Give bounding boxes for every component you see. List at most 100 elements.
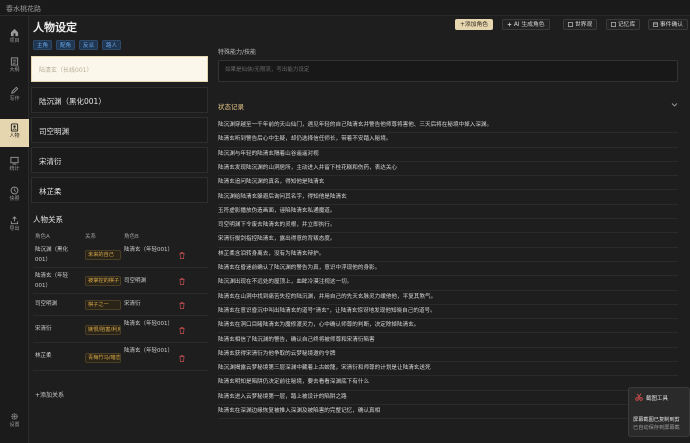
ability-placeholder: 如果是仙侠/无限流，写出能力设定: [225, 67, 310, 73]
status-item[interactable]: 陆清玄明知是陷阱仍决定前往秘境，要去看看深渊底下有什么: [218, 376, 678, 391]
relation-type-input[interactable]: 青梅竹马/暗恋: [85, 353, 121, 363]
relation-character-b: 陆清玄（年轻001）: [124, 348, 173, 354]
relations-title: 人物关系: [33, 215, 63, 224]
status-item[interactable]: 陆沉渊穿越至一千年前的天山仙门，遇见年轻的自己陆清玄并警告他师尊将害他、三天后将…: [218, 119, 678, 134]
nav-item-writing[interactable]: 写作: [0, 82, 29, 110]
status-section-title: 状态记录: [218, 103, 244, 111]
nav-item-project[interactable]: 项目: [0, 24, 29, 52]
relation-type-input[interactable]: 嫉恨/陷害/利用: [85, 325, 121, 335]
relation-type-input[interactable]: 被掌控的棋子: [85, 276, 121, 286]
relation-character-a: 司空明渊: [35, 301, 58, 307]
relation-character-a: 宋清衍: [35, 326, 52, 332]
nav-label: 写作: [9, 96, 20, 102]
app-title: 春水桃花路: [6, 5, 41, 13]
relation-row: 林芷柔 青梅竹马/暗恋 陆清玄（年轻001）: [33, 343, 208, 371]
trash-icon[interactable]: [179, 327, 185, 334]
ai-generate-label: AI 生成角色: [513, 22, 545, 28]
memory-button[interactable]: 记忆库: [606, 19, 641, 30]
trash-icon[interactable]: [179, 278, 185, 285]
status-item[interactable]: 陆清玄进入云梦秘境第一层，踏上被设计的陷阱之路: [218, 391, 678, 405]
nav-item-snapshot[interactable]: 快照: [0, 182, 29, 210]
clock-icon: [10, 186, 19, 195]
nav-item-characters[interactable]: 人物: [0, 119, 29, 147]
home-icon: [10, 28, 19, 37]
character-card[interactable]: 宋清衍: [31, 147, 208, 173]
status-item[interactable]: 陆清玄听到警告后心中生疑，却仍选择信任师长，带着不安踏入秘境。: [218, 133, 678, 148]
status-item[interactable]: 陆沉渊与年轻的陆清玄隔着山谷遥遥对视: [218, 148, 678, 162]
relation-character-b: 宋清衍: [124, 301, 141, 307]
stats-icon: [10, 156, 19, 165]
status-item[interactable]: 林芷柔含泪转身离去，没有为陆清玄辩护。: [218, 248, 678, 262]
status-item[interactable]: 陆清玄在深渊边缘恢复被推入深渊及被陷害的完整记忆，确认真相: [218, 405, 678, 420]
status-item[interactable]: 陆清玄获得宋清衍为他争取的云梦秘境邀约令牌: [218, 348, 678, 363]
nav-item-outline[interactable]: 大纲: [0, 53, 29, 81]
tag-passerby[interactable]: 路人: [102, 40, 122, 50]
status-item[interactable]: 陆清玄发现陆沉渊的山洞居所，主动进入并留下桂花糕和伤药，表达关心: [218, 162, 678, 177]
world-button[interactable]: 世界观: [563, 19, 598, 30]
character-name: 宋清衍: [39, 157, 62, 166]
tag-supporting[interactable]: 配角: [56, 40, 76, 50]
toast-subtext: 已自动保存到屏幕截: [633, 425, 680, 431]
ai-generate-button[interactable]: AI 生成角色: [502, 19, 550, 30]
character-detail-panel: +添加角色 AI 生成角色 世界观 记忆库 事件确认 特殊能力/技能 如果是仙侠…: [212, 16, 690, 443]
nav-item-settings[interactable]: 设置: [0, 408, 29, 436]
trash-icon[interactable]: [179, 302, 185, 309]
ability-label: 特殊能力/技能: [218, 49, 257, 56]
tag-villain[interactable]: 反派: [79, 40, 99, 50]
nav-label: 统计: [9, 166, 20, 172]
toast-title: 截图工具: [646, 396, 669, 402]
status-item[interactable]: 陆沉渊出现在不远处的屋顶上，血眸冷漠注视这一切。: [218, 276, 678, 291]
status-item[interactable]: 陆清玄相信了陆沉渊的警告，确认自己终将被师尊和宋清衍陷害: [218, 334, 678, 348]
events-button[interactable]: 事件确认: [648, 19, 689, 30]
relation-character-b: 陆清玄（年轻001）: [124, 321, 173, 327]
sidebar: 项目 大纲 写作 人物 统计 快照 导出 设置: [0, 16, 29, 443]
memory-icon: [611, 21, 616, 27]
status-item[interactable]: 宋清衍拔剑指控陆清玄，露出得意的背叛态度。: [218, 233, 678, 248]
status-item[interactable]: 陆清玄在意识昏沉中叫出陆清玄的道号"清玄"，让陆清玄惊讶地发现他知晓自己的道号。: [218, 305, 678, 320]
relation-type-input[interactable]: 未来的自己: [85, 250, 121, 260]
status-item[interactable]: 陆清玄在山洞中找到痛苦失控的陆沉渊，并用自己的先天玄脉灵力缓他他，平复其煞气。: [218, 291, 678, 305]
status-section-header[interactable]: 状态记录: [218, 101, 678, 111]
export-icon: [10, 216, 19, 225]
world-label: 世界观: [574, 22, 593, 28]
relation-character-a: 林芷柔: [35, 353, 52, 359]
relation-row: 司空明渊 棋子之一 宋清衍: [33, 294, 208, 316]
tag-protagonist[interactable]: 主角: [33, 40, 53, 50]
gear-icon: [11, 413, 18, 420]
sparkle-icon: [507, 21, 512, 27]
trash-icon[interactable]: [179, 252, 185, 259]
nav-label: 设置: [9, 422, 20, 428]
add-character-button[interactable]: +添加角色: [455, 19, 494, 30]
status-item[interactable]: 陆清玄在洞口目睹陆清玄为魔修渡灵力，心中确认师尊的判断，决定除掉陆清玄。: [218, 319, 678, 334]
toast-message: 屏幕截图已复制到剪: [633, 417, 680, 423]
ability-input[interactable]: 如果是仙侠/无限流，写出能力设定: [218, 60, 678, 82]
status-item[interactable]: 陆沉渊给陆清玄躲避后询问其名字，得知他是陆清玄: [218, 191, 678, 205]
nav-label: 项目: [9, 38, 20, 44]
status-item[interactable]: 玉符虚影播放伪造画面，诬陷陆清玄私通魔道。: [218, 205, 678, 220]
nav-item-export[interactable]: 导出: [0, 212, 29, 240]
status-item[interactable]: 陆沉渊揭露云梦秘境第三层深渊中藏着上古蛟龍，宋清衍和师尊的计划是让陆清玄送死: [218, 362, 678, 377]
status-item[interactable]: 陆清玄追问陆沉渊的真名，得知他是陆清玄: [218, 176, 678, 191]
person-icon: [10, 123, 19, 132]
character-list-panel: 人物设定 主角 配角 反派 路人 陆清玄（长线001） 陆沉渊（黑化001） 司…: [29, 16, 212, 443]
events-label: 事件确认: [659, 22, 684, 28]
screenshot-toast[interactable]: 截图工具 屏幕截图已复制到剪 已自动保存到屏幕截: [628, 387, 690, 437]
status-item[interactable]: 陆清玄在昏迷前确认了陆沉渊的警告为真，意识中浮现他的身影。: [218, 262, 678, 277]
pen-icon: [11, 86, 19, 94]
add-relation-button[interactable]: +添加关系: [35, 390, 64, 399]
character-card[interactable]: 林芷柔: [31, 177, 208, 203]
nav-item-stats[interactable]: 统计: [0, 152, 29, 180]
character-card[interactable]: 司空明渊: [31, 117, 208, 143]
relations-header-relation: 关系: [85, 234, 97, 240]
character-card[interactable]: 陆沉渊（黑化001）: [31, 87, 208, 113]
relation-type-input[interactable]: 棋子之一: [85, 300, 121, 310]
relation-row: 陆沉渊（黑化001） 未来的自己 陆清玄（年轻001）: [33, 243, 208, 268]
character-name-input[interactable]: 陆清玄（长线001）: [31, 56, 208, 82]
nav-label: 大纲: [9, 67, 20, 73]
scissors-icon: [635, 393, 643, 401]
relation-character-b: 司空明渊: [124, 278, 147, 284]
relation-row: 陆清玄（年轻001） 被掌控的棋子 司空明渊: [33, 268, 208, 294]
status-item[interactable]: 司空明渊下令废去陆清玄的灵根，并立即执行。: [218, 219, 678, 234]
relation-row: 宋清衍 嫉恨/陷害/利用 陆清玄（年轻001）: [33, 316, 208, 343]
trash-icon[interactable]: [179, 355, 185, 362]
